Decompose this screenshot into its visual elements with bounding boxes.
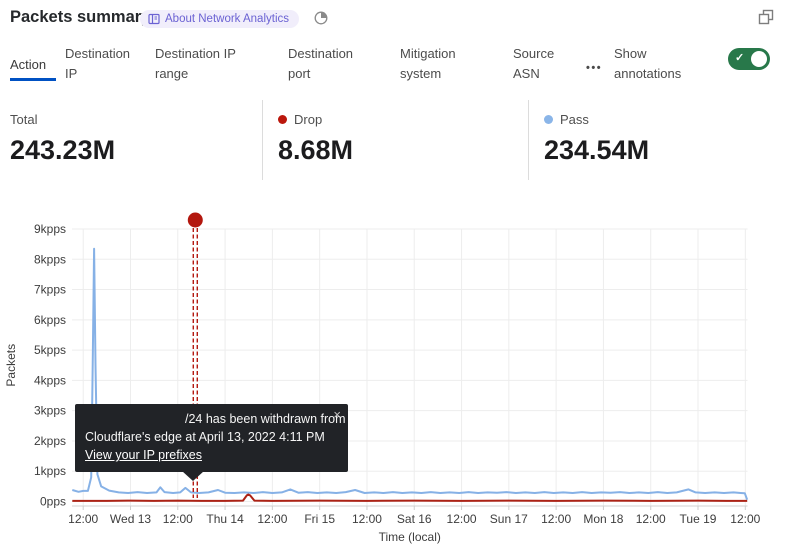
- annotation-dot[interactable]: [188, 213, 203, 228]
- y-tick-label: 5kpps: [34, 343, 66, 357]
- x-tick-label: 12:00: [257, 512, 287, 526]
- x-tick-label: Mon 18: [583, 512, 623, 526]
- y-tick-label: 0pps: [40, 495, 66, 509]
- y-tick-label: 4kpps: [34, 373, 66, 387]
- x-tick-label: Sat 16: [397, 512, 432, 526]
- x-tick-label: Tue 19: [680, 512, 717, 526]
- y-tick-label: 7kpps: [34, 283, 66, 297]
- tooltip-line2: Cloudflare's edge at April 13, 2022 4:11…: [85, 428, 338, 446]
- x-tick-label: 12:00: [447, 512, 477, 526]
- view-ip-prefixes-link[interactable]: View your IP prefixes: [85, 446, 202, 464]
- x-tick-label: Wed 13: [110, 512, 151, 526]
- x-tick-label: 12:00: [163, 512, 193, 526]
- x-tick-label: Fri 15: [304, 512, 335, 526]
- tooltip-line1: /24 has been withdrawn from: [85, 410, 338, 428]
- y-tick-label: 2kpps: [34, 434, 66, 448]
- drop-line: [72, 495, 747, 501]
- close-icon[interactable]: ×: [333, 406, 341, 424]
- x-tick-label: 12:00: [636, 512, 666, 526]
- y-axis-title: Packets: [4, 344, 18, 387]
- y-tick-label: 8kpps: [34, 252, 66, 266]
- x-tick-label: 12:00: [68, 512, 98, 526]
- y-tick-label: 9kpps: [34, 222, 66, 236]
- y-tick-label: 3kpps: [34, 404, 66, 418]
- x-tick-label: Sun 17: [490, 512, 528, 526]
- x-tick-label: 12:00: [541, 512, 571, 526]
- packets-summary-panel: Packets summary About Network Analytics …: [0, 0, 785, 555]
- y-tick-label: 6kpps: [34, 313, 66, 327]
- y-tick-label: 1kpps: [34, 464, 66, 478]
- x-tick-label: 12:00: [730, 512, 760, 526]
- x-axis-title: Time (local): [379, 530, 441, 544]
- x-tick-label: 12:00: [352, 512, 382, 526]
- tooltip-caret: [182, 471, 204, 481]
- x-tick-label: Thu 14: [206, 512, 244, 526]
- annotation-tooltip: × /24 has been withdrawn from Cloudflare…: [75, 404, 348, 472]
